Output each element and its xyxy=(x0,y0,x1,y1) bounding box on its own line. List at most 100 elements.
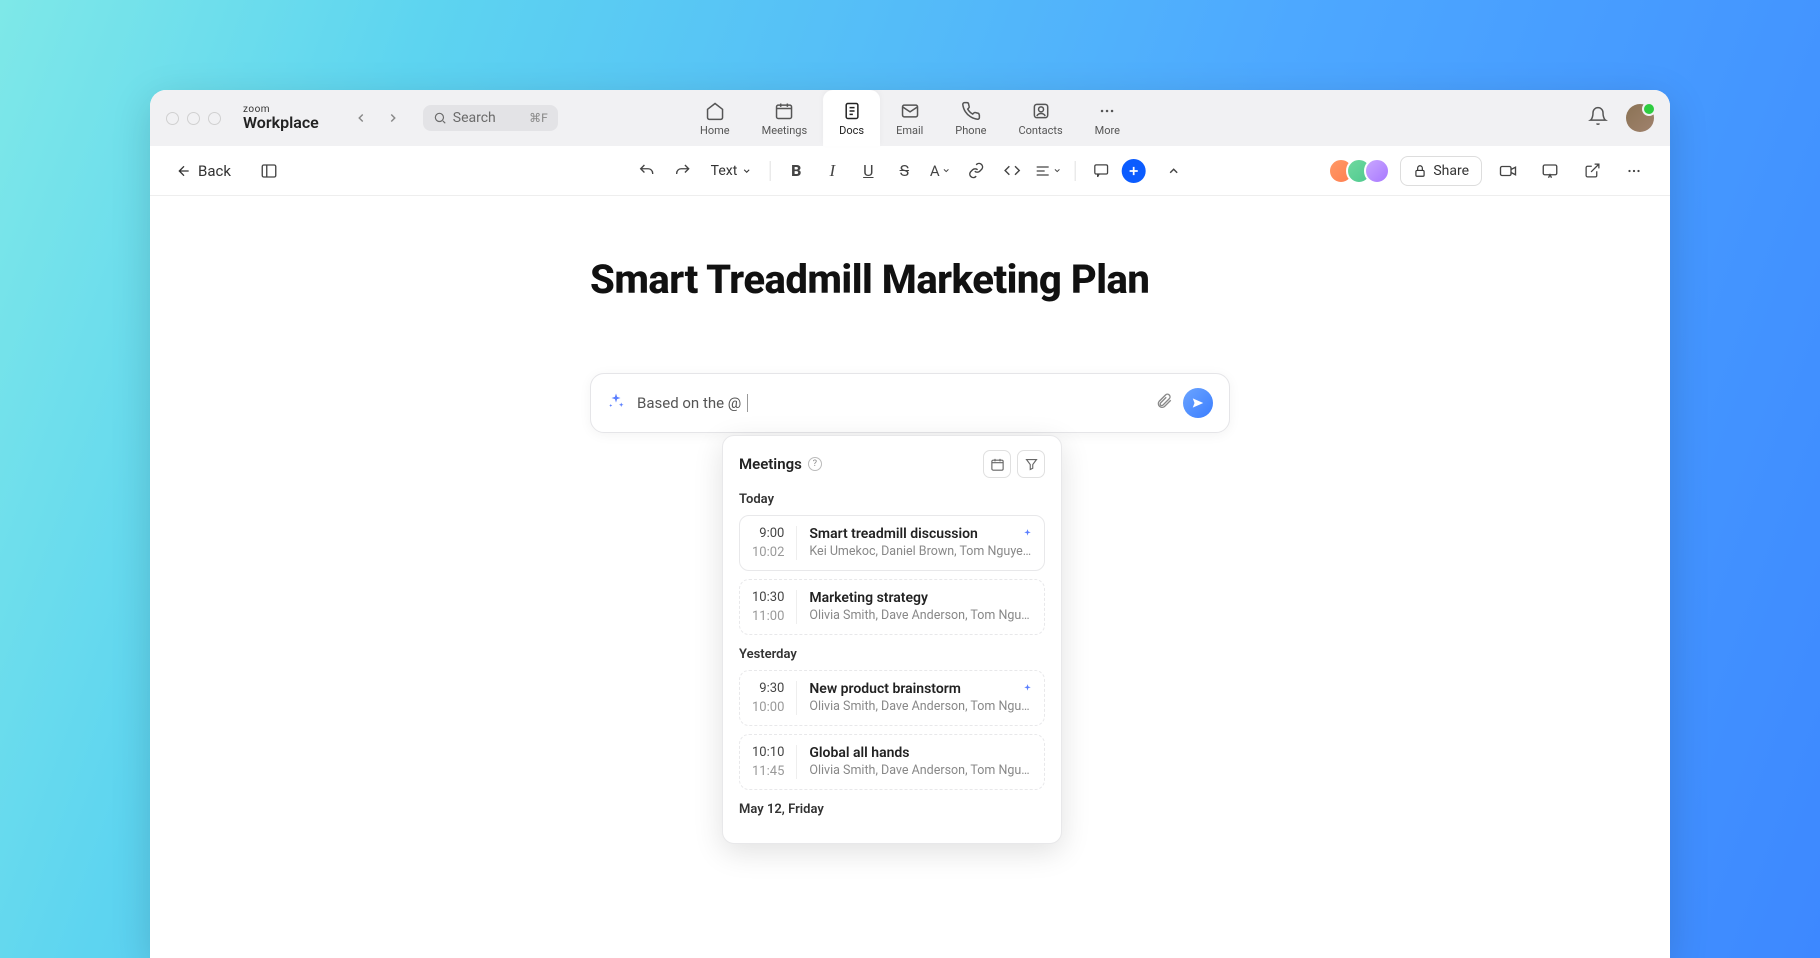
search-input[interactable]: Search ⌘F xyxy=(423,105,558,131)
meeting-end-time: 11:45 xyxy=(752,764,784,779)
comment-button[interactable] xyxy=(1085,155,1117,187)
meeting-start-time: 10:30 xyxy=(752,590,784,605)
back-button[interactable]: Back xyxy=(170,158,237,184)
collapse-toolbar-button[interactable] xyxy=(1157,155,1189,187)
tab-home[interactable]: Home xyxy=(684,90,746,146)
divider xyxy=(769,161,770,181)
redo-button[interactable] xyxy=(667,155,699,187)
meeting-info: New product brainstorm Olivia Smith, Dav… xyxy=(809,681,1032,715)
help-icon[interactable]: ? xyxy=(808,457,822,471)
meetings-popover: Meetings ? Today 9:00 10 xyxy=(722,435,1062,844)
align-button[interactable] xyxy=(1032,155,1064,187)
text-color-icon: A xyxy=(930,162,940,180)
ai-prompt-input[interactable]: Based on the @ xyxy=(590,373,1230,433)
calendar-filter-button[interactable] xyxy=(983,450,1011,478)
tab-more[interactable]: More xyxy=(1079,90,1136,146)
nav-forward-button[interactable] xyxy=(379,104,407,132)
collaborator-avatars[interactable] xyxy=(1328,158,1390,184)
phone-icon xyxy=(961,101,981,121)
redo-icon xyxy=(674,162,692,180)
more-options-button[interactable] xyxy=(1618,155,1650,187)
meeting-end-time: 10:00 xyxy=(752,700,784,715)
tab-label: Docs xyxy=(839,124,864,137)
text-style-dropdown[interactable]: Text xyxy=(703,159,760,183)
strikethrough-button[interactable]: S xyxy=(888,155,920,187)
app-window: zoom Workplace Search ⌘F Home Meetings xyxy=(150,90,1670,958)
code-icon xyxy=(1004,162,1021,179)
attach-button[interactable] xyxy=(1155,392,1173,414)
send-button[interactable] xyxy=(1183,388,1213,418)
traffic-light-maximize[interactable] xyxy=(208,112,221,125)
brand-logo: zoom Workplace xyxy=(243,105,319,131)
more-icon xyxy=(1625,162,1643,180)
sparkle-icon xyxy=(607,392,625,414)
tab-contacts[interactable]: Contacts xyxy=(1002,90,1078,146)
meeting-item[interactable]: 10:10 11:45 Global all hands Olivia Smit… xyxy=(739,734,1045,790)
dropdown-label: Text xyxy=(711,163,738,179)
meeting-item[interactable]: 9:00 10:02 Smart treadmill discussion Ke… xyxy=(739,515,1045,571)
doc-toolbar: Back Text B I U S A xyxy=(150,146,1670,196)
formatting-toolbar: Text B I U S A xyxy=(631,155,1190,187)
link-button[interactable] xyxy=(960,155,992,187)
document-title[interactable]: Smart Treadmill Marketing Plan xyxy=(590,256,1230,303)
text-color-button[interactable]: A xyxy=(924,155,956,187)
present-button[interactable] xyxy=(1534,155,1566,187)
meeting-participants: Olivia Smith, Dave Anderson, Tom Nguyen.… xyxy=(809,763,1032,778)
meeting-item[interactable]: 10:30 11:00 Marketing strategy Olivia Sm… xyxy=(739,579,1045,635)
video-icon xyxy=(1499,162,1517,180)
insert-button[interactable] xyxy=(1121,159,1145,183)
send-icon xyxy=(1191,396,1205,410)
user-avatar[interactable] xyxy=(1626,104,1654,132)
collaborator-avatar[interactable] xyxy=(1364,158,1390,184)
popover-section-label: Today xyxy=(739,492,1045,507)
traffic-light-close[interactable] xyxy=(166,112,179,125)
undo-icon xyxy=(638,162,656,180)
tab-email[interactable]: Email xyxy=(880,90,939,146)
meeting-time: 10:10 11:45 xyxy=(752,745,797,779)
search-icon xyxy=(433,111,447,125)
tab-docs[interactable]: Docs xyxy=(823,90,880,146)
sidebar-toggle-button[interactable] xyxy=(253,155,285,187)
tab-label: Home xyxy=(700,124,730,137)
nav-back-button[interactable] xyxy=(347,104,375,132)
ai-prompt-text: Based on the @ xyxy=(637,394,1143,412)
divider xyxy=(1074,161,1075,181)
docs-icon xyxy=(842,101,862,121)
tab-phone[interactable]: Phone xyxy=(939,90,1002,146)
popover-header: Meetings ? xyxy=(739,450,1045,478)
arrow-left-icon xyxy=(176,163,192,179)
contacts-icon xyxy=(1031,101,1051,121)
email-icon xyxy=(900,101,920,121)
underline-button[interactable]: U xyxy=(852,155,884,187)
traffic-light-minimize[interactable] xyxy=(187,112,200,125)
meeting-time: 10:30 11:00 xyxy=(752,590,797,624)
strikethrough-icon: S xyxy=(900,161,910,180)
meeting-end-time: 11:00 xyxy=(752,609,784,624)
share-button[interactable]: Share xyxy=(1400,156,1482,186)
meeting-item[interactable]: 9:30 10:00 New product brainstorm Olivia… xyxy=(739,670,1045,726)
undo-button[interactable] xyxy=(631,155,663,187)
notifications-button[interactable] xyxy=(1588,106,1608,130)
open-external-button[interactable] xyxy=(1576,155,1608,187)
meeting-title: Marketing strategy xyxy=(809,590,1032,606)
toolbar-right: Share xyxy=(1328,155,1650,187)
italic-button[interactable]: I xyxy=(816,155,848,187)
chevron-up-icon xyxy=(1166,164,1180,178)
meeting-start-time: 9:30 xyxy=(759,681,784,696)
meeting-title: Global all hands xyxy=(809,745,1032,761)
share-label: Share xyxy=(1433,163,1469,179)
document-content[interactable]: Smart Treadmill Marketing Plan Based on … xyxy=(550,256,1270,433)
filter-button[interactable] xyxy=(1017,450,1045,478)
back-label: Back xyxy=(198,162,231,180)
tab-meetings[interactable]: Meetings xyxy=(746,90,823,146)
plus-icon xyxy=(1126,164,1140,178)
main-tabs: Home Meetings Docs Email Phone Contacts xyxy=(684,90,1136,146)
meeting-start-time: 9:00 xyxy=(759,526,784,541)
titlebar-right xyxy=(1588,104,1654,132)
video-button[interactable] xyxy=(1492,155,1524,187)
chevron-down-icon xyxy=(741,166,751,176)
bold-button[interactable]: B xyxy=(780,155,812,187)
align-left-icon xyxy=(1035,163,1051,179)
code-button[interactable] xyxy=(996,155,1028,187)
filter-icon xyxy=(1024,457,1039,472)
